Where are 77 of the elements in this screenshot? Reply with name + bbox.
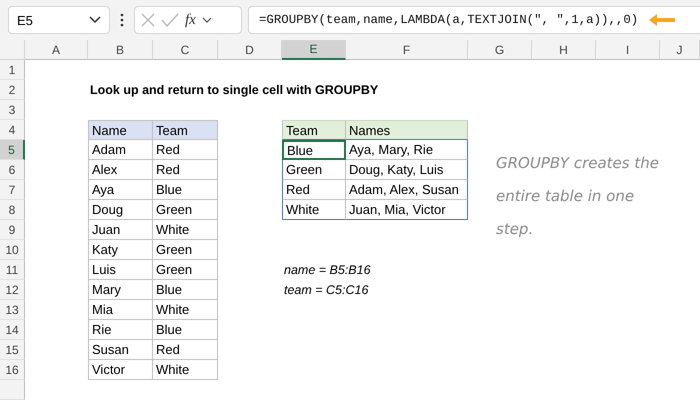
column-header[interactable]: B <box>88 40 153 60</box>
table-cell: Victor <box>88 360 153 380</box>
table-cell: White <box>153 360 218 380</box>
name-box[interactable]: E5 <box>8 6 110 34</box>
row-header[interactable]: 10 <box>0 240 25 260</box>
table-cell: Juan <box>88 220 153 240</box>
more-icon[interactable] <box>120 13 124 27</box>
formula-bar[interactable]: =GROUPBY(team,name,LAMBDA(a,TEXTJOIN(", ",1,a)),,0) <box>248 6 700 34</box>
table-cell: Luis <box>88 260 153 280</box>
row-header[interactable]: 1 <box>0 60 25 80</box>
column-header[interactable]: I <box>596 40 660 60</box>
select-all-corner[interactable] <box>0 40 25 60</box>
column-heading: Names <box>346 120 468 140</box>
table-cell: White <box>153 220 218 240</box>
table-cell: Red <box>153 340 218 360</box>
column-header[interactable]: G <box>468 40 532 60</box>
named-range-text: team = C5:C16 <box>283 282 370 299</box>
table-cell: Green <box>153 200 218 220</box>
table-cell: Aya, Mary, Rie <box>346 140 468 160</box>
table-cell: Mia <box>88 300 153 320</box>
table-cell: Red <box>282 180 346 200</box>
table-cell: White <box>153 300 218 320</box>
table-cell: Green <box>153 260 218 280</box>
table-cell: Blue <box>153 320 218 340</box>
row-header[interactable]: 14 <box>0 320 25 340</box>
row-header[interactable]: 13 <box>0 300 25 320</box>
table-cell: Blue <box>282 140 346 160</box>
table-cell: Doug, Katy, Luis <box>346 160 468 180</box>
note-text: GROUPBY creates the entire table in one step. <box>496 153 660 240</box>
table-cell: Blue <box>153 280 218 300</box>
table-cell: Red <box>153 140 218 160</box>
table-cell: Red <box>153 160 218 180</box>
table-cell: Green <box>153 240 218 260</box>
column-header[interactable]: F <box>346 40 468 60</box>
column-header[interactable]: E <box>282 40 346 60</box>
column-heading: Name <box>88 120 153 140</box>
row-header[interactable]: 11 <box>0 260 25 280</box>
column-header[interactable]: H <box>532 40 596 60</box>
table-cell: Blue <box>153 180 218 200</box>
row-header[interactable]: 5 <box>0 140 25 160</box>
column-header[interactable]: J <box>660 40 700 60</box>
chevron-icon <box>202 16 212 24</box>
table-cell: Rie <box>88 320 153 340</box>
column-header[interactable]: D <box>218 40 282 60</box>
cancel-icon[interactable] <box>141 13 155 27</box>
row-header[interactable]: 3 <box>0 100 25 120</box>
row-header[interactable]: 16 <box>0 360 25 380</box>
sheet-title: Look up and return to single cell with GROUPBY <box>89 82 380 99</box>
row-header[interactable]: 12 <box>0 280 25 300</box>
column-header[interactable]: C <box>153 40 218 60</box>
table-cell: Mary <box>88 280 153 300</box>
table-cell: White <box>282 200 346 220</box>
chevron-icon <box>89 16 101 24</box>
row-header[interactable]: 6 <box>0 160 25 180</box>
row-header[interactable]: 9 <box>0 220 25 240</box>
arrow-icon <box>648 13 676 27</box>
table-cell: Green <box>282 160 346 180</box>
row-header[interactable]: 15 <box>0 340 25 360</box>
column-header[interactable]: A <box>25 40 88 60</box>
table-cell: Susan <box>88 340 153 360</box>
table-cell: Doug <box>88 200 153 220</box>
table-cell: Katy <box>88 240 153 260</box>
table-cell: Juan, Mia, Victor <box>346 200 468 220</box>
row-header[interactable] <box>0 380 25 400</box>
row-header[interactable]: 2 <box>0 80 25 100</box>
row-header[interactable]: 4 <box>0 120 25 140</box>
column-heading: Team <box>282 120 346 140</box>
row-header[interactable]: 7 <box>0 180 25 200</box>
table-cell: Aya <box>88 180 153 200</box>
insert-function-button[interactable]: fx <box>185 12 196 28</box>
table-cell: Adam, Alex, Susan <box>346 180 468 200</box>
table-cell: Alex <box>88 160 153 180</box>
row-header[interactable]: 8 <box>0 200 25 220</box>
column-heading: Team <box>153 120 218 140</box>
check-icon[interactable] <box>161 13 179 27</box>
table-cell: Adam <box>88 140 153 160</box>
named-range-text: name = B5:B16 <box>283 262 372 279</box>
